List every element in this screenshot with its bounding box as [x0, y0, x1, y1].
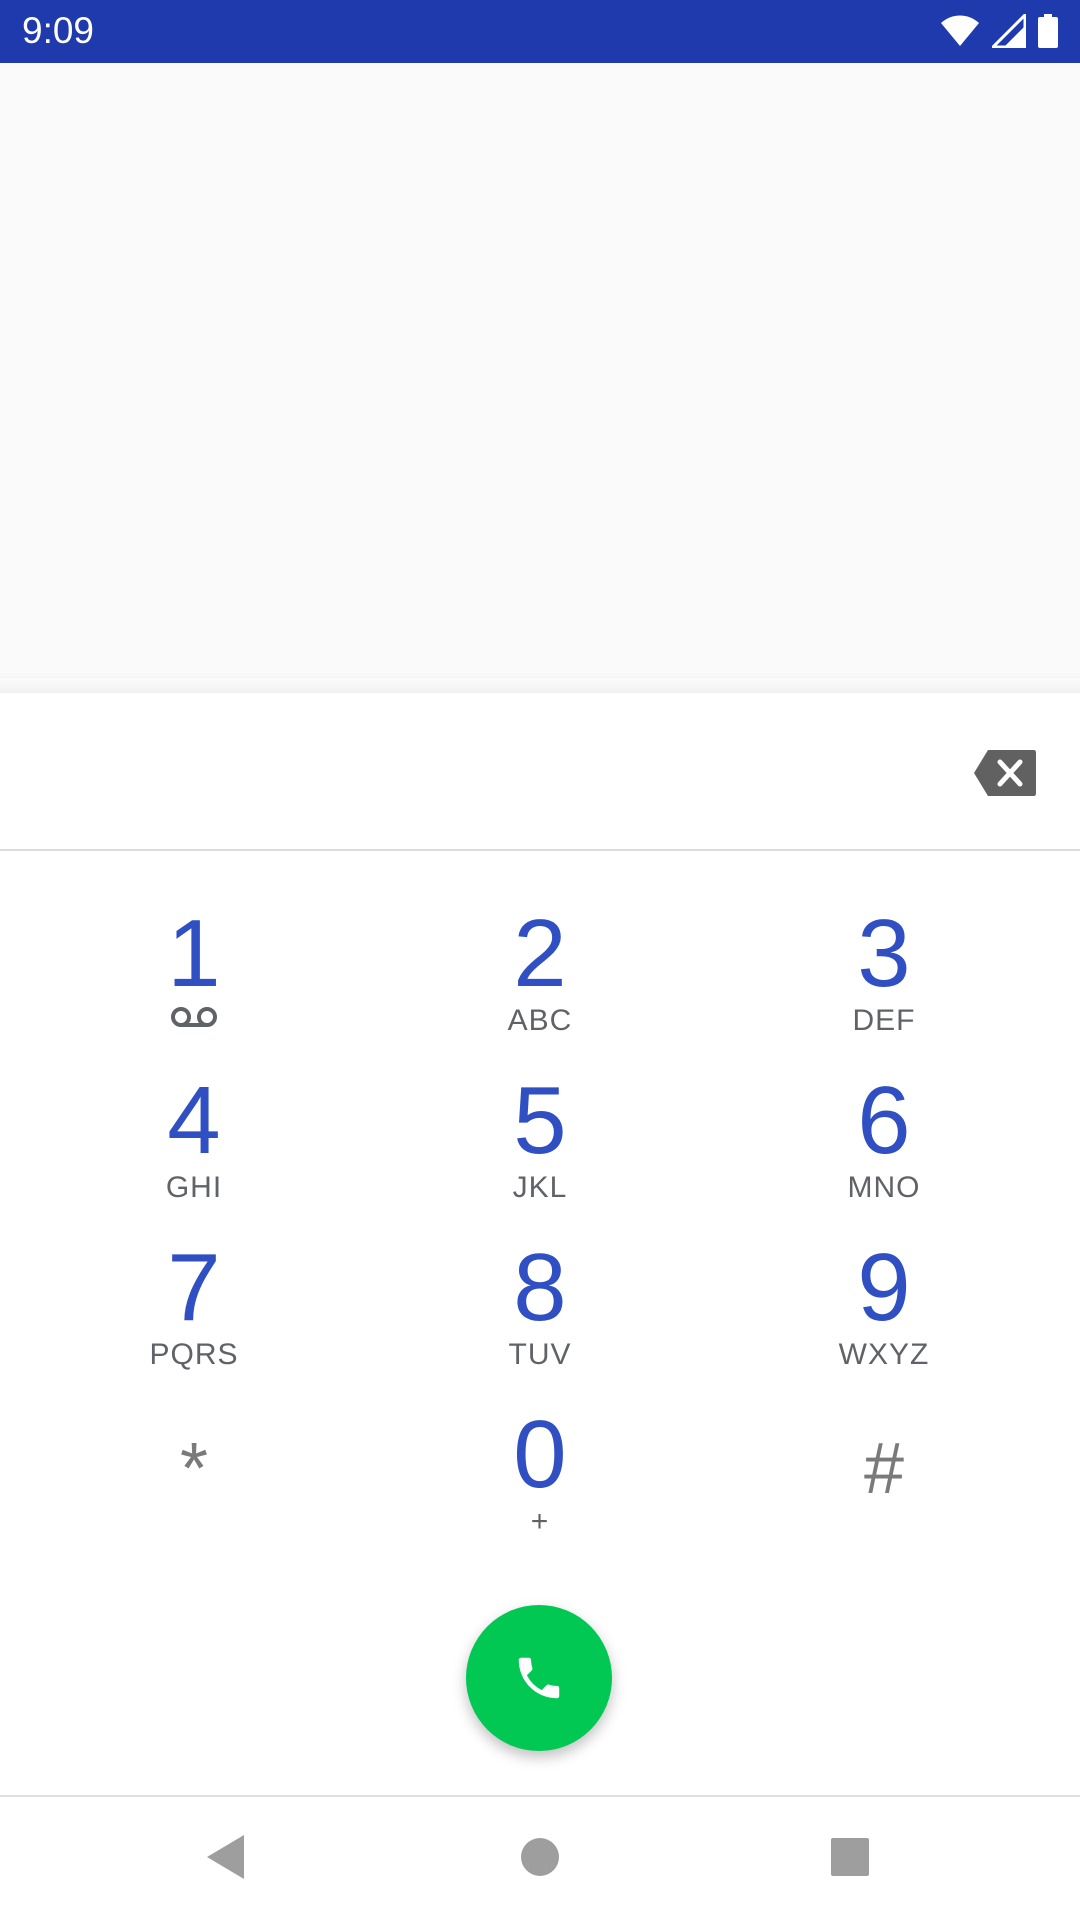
key-hash-symbol: # [863, 1429, 905, 1509]
key-6[interactable]: 6 MNO [734, 1065, 1034, 1225]
key-6-digit: 6 [857, 1067, 911, 1174]
phone-icon [518, 1657, 560, 1699]
key-8-digit: 8 [513, 1234, 567, 1341]
digits-row [0, 693, 1080, 851]
key-2-digit: 2 [513, 900, 567, 1007]
voicemail-icon [171, 1007, 217, 1027]
nav-recents-button[interactable] [810, 1817, 890, 1897]
key-star[interactable]: * [44, 1399, 344, 1559]
key-5-digit: 5 [513, 1067, 567, 1174]
key-0-digit: 0 [513, 1401, 567, 1508]
back-icon [207, 1835, 244, 1879]
battery-icon [1038, 14, 1058, 48]
signal-icon [992, 14, 1026, 48]
key-hash[interactable]: # [734, 1399, 1034, 1559]
key-9-digit: 9 [857, 1234, 911, 1341]
key-9[interactable]: 9 WXYZ [734, 1232, 1034, 1392]
status-time: 9:09 [22, 10, 95, 51]
key-7[interactable]: 7 PQRS [44, 1232, 344, 1392]
key-1[interactable]: 1 [44, 898, 344, 1058]
dialpad: 1 2 ABC 3 DEF 4 GHI 5 JKL 6 MNO 7 PQRS 8… [0, 851, 1080, 1541]
navigation-bar [0, 1797, 1080, 1920]
nav-back-button[interactable] [186, 1817, 266, 1897]
key-3-digit: 3 [857, 900, 911, 1007]
wifi-icon [941, 15, 979, 46]
recents-icon [831, 1838, 869, 1876]
key-0[interactable]: 0 + [390, 1399, 690, 1559]
home-icon [521, 1838, 559, 1876]
call-button[interactable] [466, 1605, 612, 1751]
nav-home-button[interactable] [500, 1817, 580, 1897]
key-0-letters: + [530, 1505, 550, 1538]
key-8[interactable]: 8 TUV [390, 1232, 690, 1392]
key-3-letters: DEF [852, 1004, 916, 1037]
results-shadow [0, 672, 1080, 694]
key-1-digit: 1 [167, 900, 221, 1007]
key-7-digit: 7 [167, 1234, 221, 1341]
key-8-letters: TUV [508, 1338, 572, 1371]
key-7-letters: PQRS [149, 1338, 239, 1371]
status-icons [940, 13, 1058, 49]
key-2-letters: ABC [507, 1004, 573, 1037]
backspace-icon [974, 750, 1036, 796]
key-3[interactable]: 3 DEF [734, 898, 1034, 1058]
key-5[interactable]: 5 JKL [390, 1065, 690, 1225]
key-6-letters: MNO [847, 1171, 921, 1204]
key-9-letters: WXYZ [838, 1338, 930, 1371]
key-4-letters: GHI [165, 1171, 223, 1204]
key-4[interactable]: 4 GHI [44, 1065, 344, 1225]
results-area [0, 63, 1080, 678]
key-5-letters: JKL [512, 1171, 568, 1204]
key-2[interactable]: 2 ABC [390, 898, 690, 1058]
dialed-digits-field[interactable] [40, 723, 940, 813]
status-bar: 9:09 [0, 0, 1080, 63]
key-4-digit: 4 [167, 1067, 221, 1174]
key-star-symbol: * [179, 1429, 209, 1509]
backspace-button[interactable] [972, 748, 1038, 798]
